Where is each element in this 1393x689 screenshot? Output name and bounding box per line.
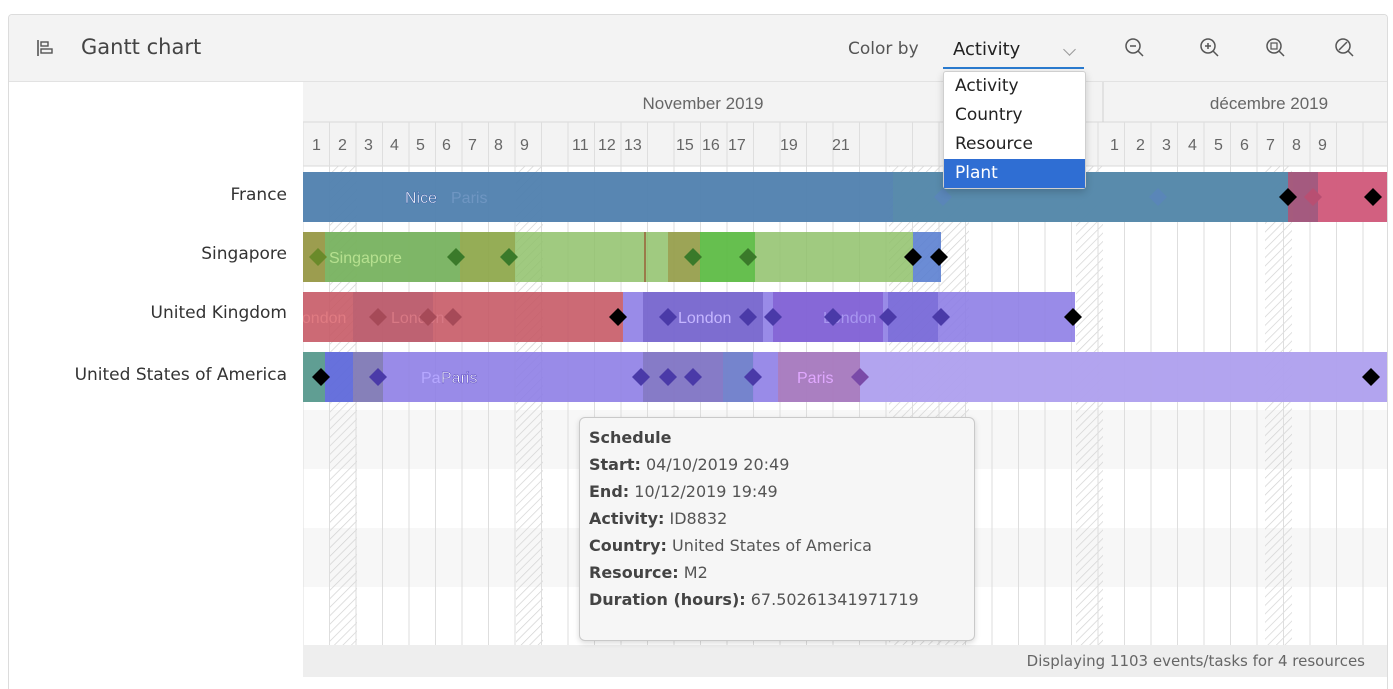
day-label: 9 (1318, 137, 1327, 154)
row-france[interactable]: Nice Paris (303, 172, 1387, 222)
day-label: 1 (1110, 137, 1119, 154)
dropdown-option-plant[interactable]: Plant (944, 159, 1085, 188)
day-label: 8 (494, 137, 503, 154)
bar-label-london-2: London (391, 310, 444, 327)
dropdown-option-country[interactable]: Country (944, 101, 1085, 130)
bar-label-paris-usa: Paris (441, 370, 477, 387)
schedule-tooltip: Schedule Start: 04/10/2019 20:49 End: 10… (579, 417, 975, 641)
day-label: 4 (390, 137, 399, 154)
row-label-france: France (230, 185, 287, 205)
gantt-icon (37, 40, 53, 56)
day-label: 3 (1162, 137, 1171, 154)
day-label: 2 (338, 137, 347, 154)
tooltip-start: Start: 04/10/2019 20:49 (589, 455, 790, 474)
page-title: Gantt chart (81, 35, 202, 59)
day-label: 5 (416, 137, 425, 154)
day-label: 4 (1188, 137, 1197, 154)
tooltip-title: Schedule (589, 428, 672, 447)
chevron-down-icon (1063, 43, 1076, 56)
day-label: 8 (1292, 137, 1301, 154)
month-label-december: décembre 2019 (1210, 94, 1328, 113)
zoom-out-icon[interactable] (1121, 34, 1149, 62)
tooltip-country: Country: United States of America (589, 536, 872, 555)
bar-label-paris: Paris (451, 190, 487, 207)
day-label: 16 (702, 137, 720, 154)
day-label: 1 (312, 137, 321, 154)
day-label: 7 (468, 137, 477, 154)
day-label: 12 (598, 137, 616, 154)
zoom-in-icon[interactable] (1196, 34, 1224, 62)
day-label: 2 (1136, 137, 1145, 154)
color-by-select[interactable]: Activity (943, 31, 1084, 69)
day-label: 6 (1240, 137, 1249, 154)
color-by-dropdown: Activity Country Resource Plant (943, 71, 1086, 189)
panel-header: Gantt chart Color by Activity (9, 15, 1387, 82)
tooltip-resource: Resource: M2 (589, 563, 708, 582)
bar-label-london-1: London (303, 310, 346, 327)
day-label: 21 (832, 137, 850, 154)
color-by-selected-value: Activity (953, 39, 1021, 60)
status-text: Displaying 1103 events/tasks for 4 resou… (1026, 652, 1365, 670)
row-label-united-states: United States of America (74, 365, 287, 385)
day-label: 5 (1214, 137, 1223, 154)
day-label: 7 (1266, 137, 1275, 154)
row-united-kingdom[interactable]: London London London London (303, 292, 1075, 342)
row-label-united-kingdom: United Kingdom (150, 303, 287, 323)
zoom-fit-icon[interactable] (1262, 34, 1290, 62)
bar-label-pa: Pa (421, 370, 441, 387)
tooltip-activity: Activity: ID8832 (589, 509, 728, 528)
color-by-label: Color by (848, 39, 919, 59)
tooltip-end: End: 10/12/2019 19:49 (589, 482, 778, 501)
dropdown-option-resource[interactable]: Resource (944, 130, 1085, 159)
bar-label-nice: Nice (405, 190, 437, 207)
row-label-singapore: Singapore (201, 244, 287, 264)
day-label: 19 (780, 137, 798, 154)
bar-label-london-3: London (678, 310, 731, 327)
day-label: 3 (364, 137, 373, 154)
zoom-reset-icon[interactable] (1331, 34, 1359, 62)
tooltip-duration: Duration (hours): 67.50261341971719 (589, 590, 919, 609)
dropdown-option-activity[interactable]: Activity (944, 72, 1085, 101)
row-united-states[interactable]: Pa Paris Paris (303, 352, 1387, 402)
day-label: 13 (624, 137, 642, 154)
day-label: 9 (520, 137, 529, 154)
status-bar: Displaying 1103 events/tasks for 4 resou… (303, 645, 1387, 677)
day-label: 15 (676, 137, 694, 154)
row-singapore[interactable]: Singapore (303, 232, 941, 282)
day-label: 11 (572, 137, 589, 154)
bar-label-paris-usa-2: Paris (797, 370, 833, 387)
gantt-panel: Gantt chart Color by Activity Activity C… (8, 14, 1388, 689)
day-label: 6 (442, 137, 451, 154)
bar-label-singapore: Singapore (329, 250, 402, 267)
day-label: 17 (728, 137, 746, 154)
month-label-november: November 2019 (643, 94, 764, 113)
